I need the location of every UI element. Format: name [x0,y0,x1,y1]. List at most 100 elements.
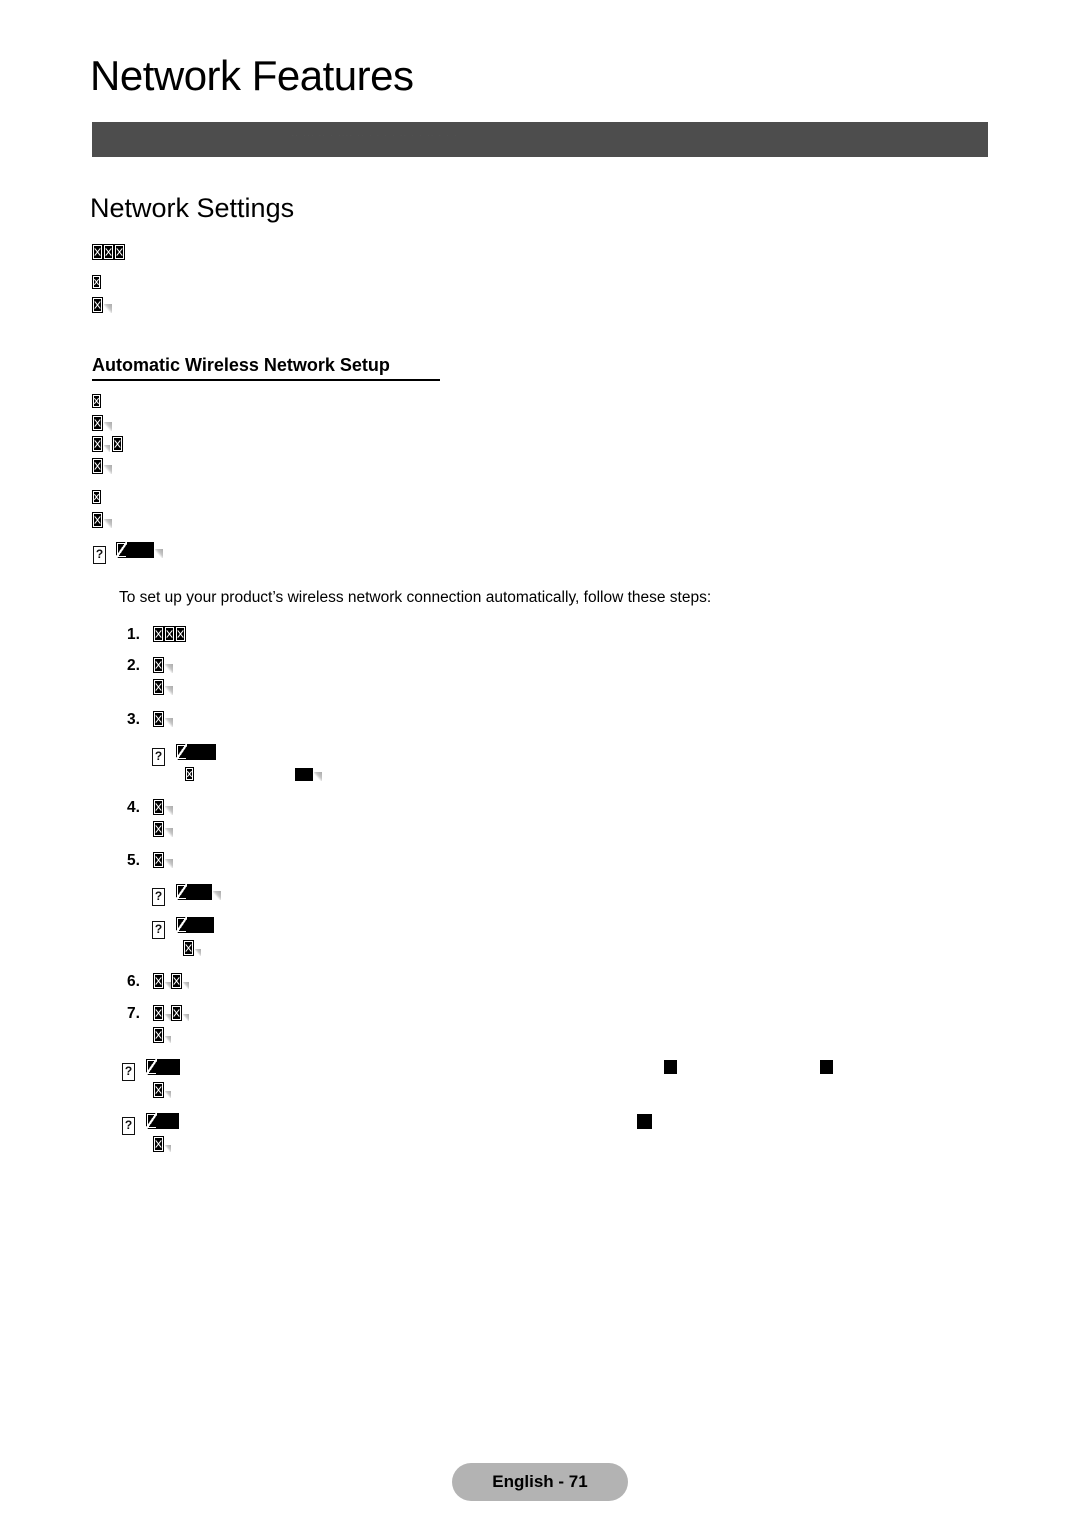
sub-heading-rule [92,379,440,381]
glyph-tail-artifact [104,422,112,431]
missing-glyph-run [820,1060,833,1078]
missing-glyph-run [183,940,201,960]
missing-glyph-run [185,767,194,785]
note-bullet: ? [122,1059,180,1081]
missing-glyph-box [92,436,103,452]
corrupted-glyph-bar [664,1060,677,1074]
missing-glyph-run [153,1005,189,1025]
missing-glyph-run [92,275,101,293]
missing-glyph-box [175,626,186,642]
corrupted-glyph-bar [820,1060,833,1074]
glyph-tail-artifact [165,718,173,727]
missing-glyph-run [153,852,173,872]
missing-glyph-box [183,940,194,956]
glyph-tail-artifact [165,859,173,868]
missing-glyph-run [92,297,112,317]
missing-glyph-box [92,394,101,408]
glyph-tail-artifact [165,1091,171,1098]
missing-glyph-box [112,436,123,452]
missing-glyph-box [153,973,164,989]
glyph-tail-artifact [165,1036,171,1043]
note-bullet: ? [152,917,214,939]
intro-paragraph: To set up your product’s wireless networ… [119,589,712,606]
document-page: Network Features .. ... .. . .... .. . .… [0,0,1080,1534]
glyph-tail-artifact [104,304,112,313]
list-number: 2. [127,657,140,674]
missing-glyph-box [153,1005,164,1021]
missing-glyph-box [164,626,175,642]
missing-glyph-run [92,458,112,478]
glyph-tail-artifact [104,465,112,474]
missing-glyph-run [153,1027,171,1047]
list-number: 4. [127,799,140,816]
section-heading: Network Settings [90,193,295,223]
missing-glyph-run [153,821,173,841]
question-mark-glyph-box: ? [122,1063,135,1081]
missing-glyph-box [153,821,164,837]
missing-glyph-run [637,1114,652,1133]
corrupted-glyph-bar [146,1059,180,1075]
note-bullet: ? [152,744,216,766]
missing-glyph-box [92,297,103,313]
missing-glyph-box [153,1136,164,1152]
glyph-tail-artifact [183,1014,189,1021]
page-title: Network Features [90,52,414,99]
missing-glyph-run [295,768,322,785]
missing-glyph-run [153,626,186,646]
glyph-tail-artifact [165,1145,171,1152]
list-number: 3. [127,711,140,728]
missing-glyph-box [92,458,103,474]
missing-glyph-box [103,244,114,260]
missing-glyph-box [92,490,101,504]
missing-glyph-run [153,1082,171,1102]
missing-glyph-box [114,244,125,260]
missing-glyph-run [92,415,112,435]
title-banner: .. ... .. . .... .. . . . . .. . . .. . … [92,122,988,157]
missing-glyph-box [92,275,101,289]
glyph-tail-artifact [165,686,173,695]
question-mark-glyph-box: ? [152,888,165,906]
glyph-tail-artifact [165,664,173,673]
glyph-tail-artifact [104,519,112,528]
note-bullet: ? [122,1113,179,1135]
corrupted-glyph-bar [146,1113,179,1129]
list-number: 1. [127,626,140,643]
missing-glyph-run [92,490,101,508]
corrupted-glyph-bar [176,744,216,760]
glyph-tail-artifact [165,806,173,815]
missing-glyph-run [153,657,173,677]
corrupted-glyph-bar [116,542,154,558]
page-footer-pill: English - 71 [452,1463,628,1501]
missing-glyph-box [153,679,164,695]
note-bullet: ? [93,542,163,564]
glyph-tail-artifact [195,949,201,956]
missing-glyph-box [92,415,103,431]
missing-glyph-box [153,1027,164,1043]
missing-glyph-run [153,799,173,819]
missing-glyph-box [153,657,164,673]
page-footer-label: English - 71 [492,1472,588,1491]
missing-glyph-run [92,436,123,456]
glyph-tail-artifact [314,772,322,781]
note-bullet: ? [152,884,221,906]
missing-glyph-box [153,799,164,815]
corrupted-glyph-bar [176,884,212,900]
glyph-tail-artifact [213,891,221,900]
list-number: 6. [127,973,140,990]
missing-glyph-run [92,394,101,412]
missing-glyph-run [92,244,125,264]
list-number: 5. [127,852,140,869]
missing-glyph-box [171,973,182,989]
missing-glyph-box [171,1005,182,1021]
missing-glyph-box [92,244,103,260]
missing-glyph-run [153,1136,171,1156]
sub-heading: Automatic Wireless Network Setup [92,355,390,375]
corrupted-glyph-bar [176,917,214,933]
missing-glyph-box [153,626,164,642]
question-mark-glyph-box: ? [152,748,165,766]
banner-ghost-text: .. ... .. . .... .. . . . . .. . . .. . … [292,132,459,138]
missing-glyph-run [153,711,173,731]
missing-glyph-run [153,973,189,993]
missing-glyph-run [153,679,173,699]
glyph-tail-artifact [104,445,110,452]
